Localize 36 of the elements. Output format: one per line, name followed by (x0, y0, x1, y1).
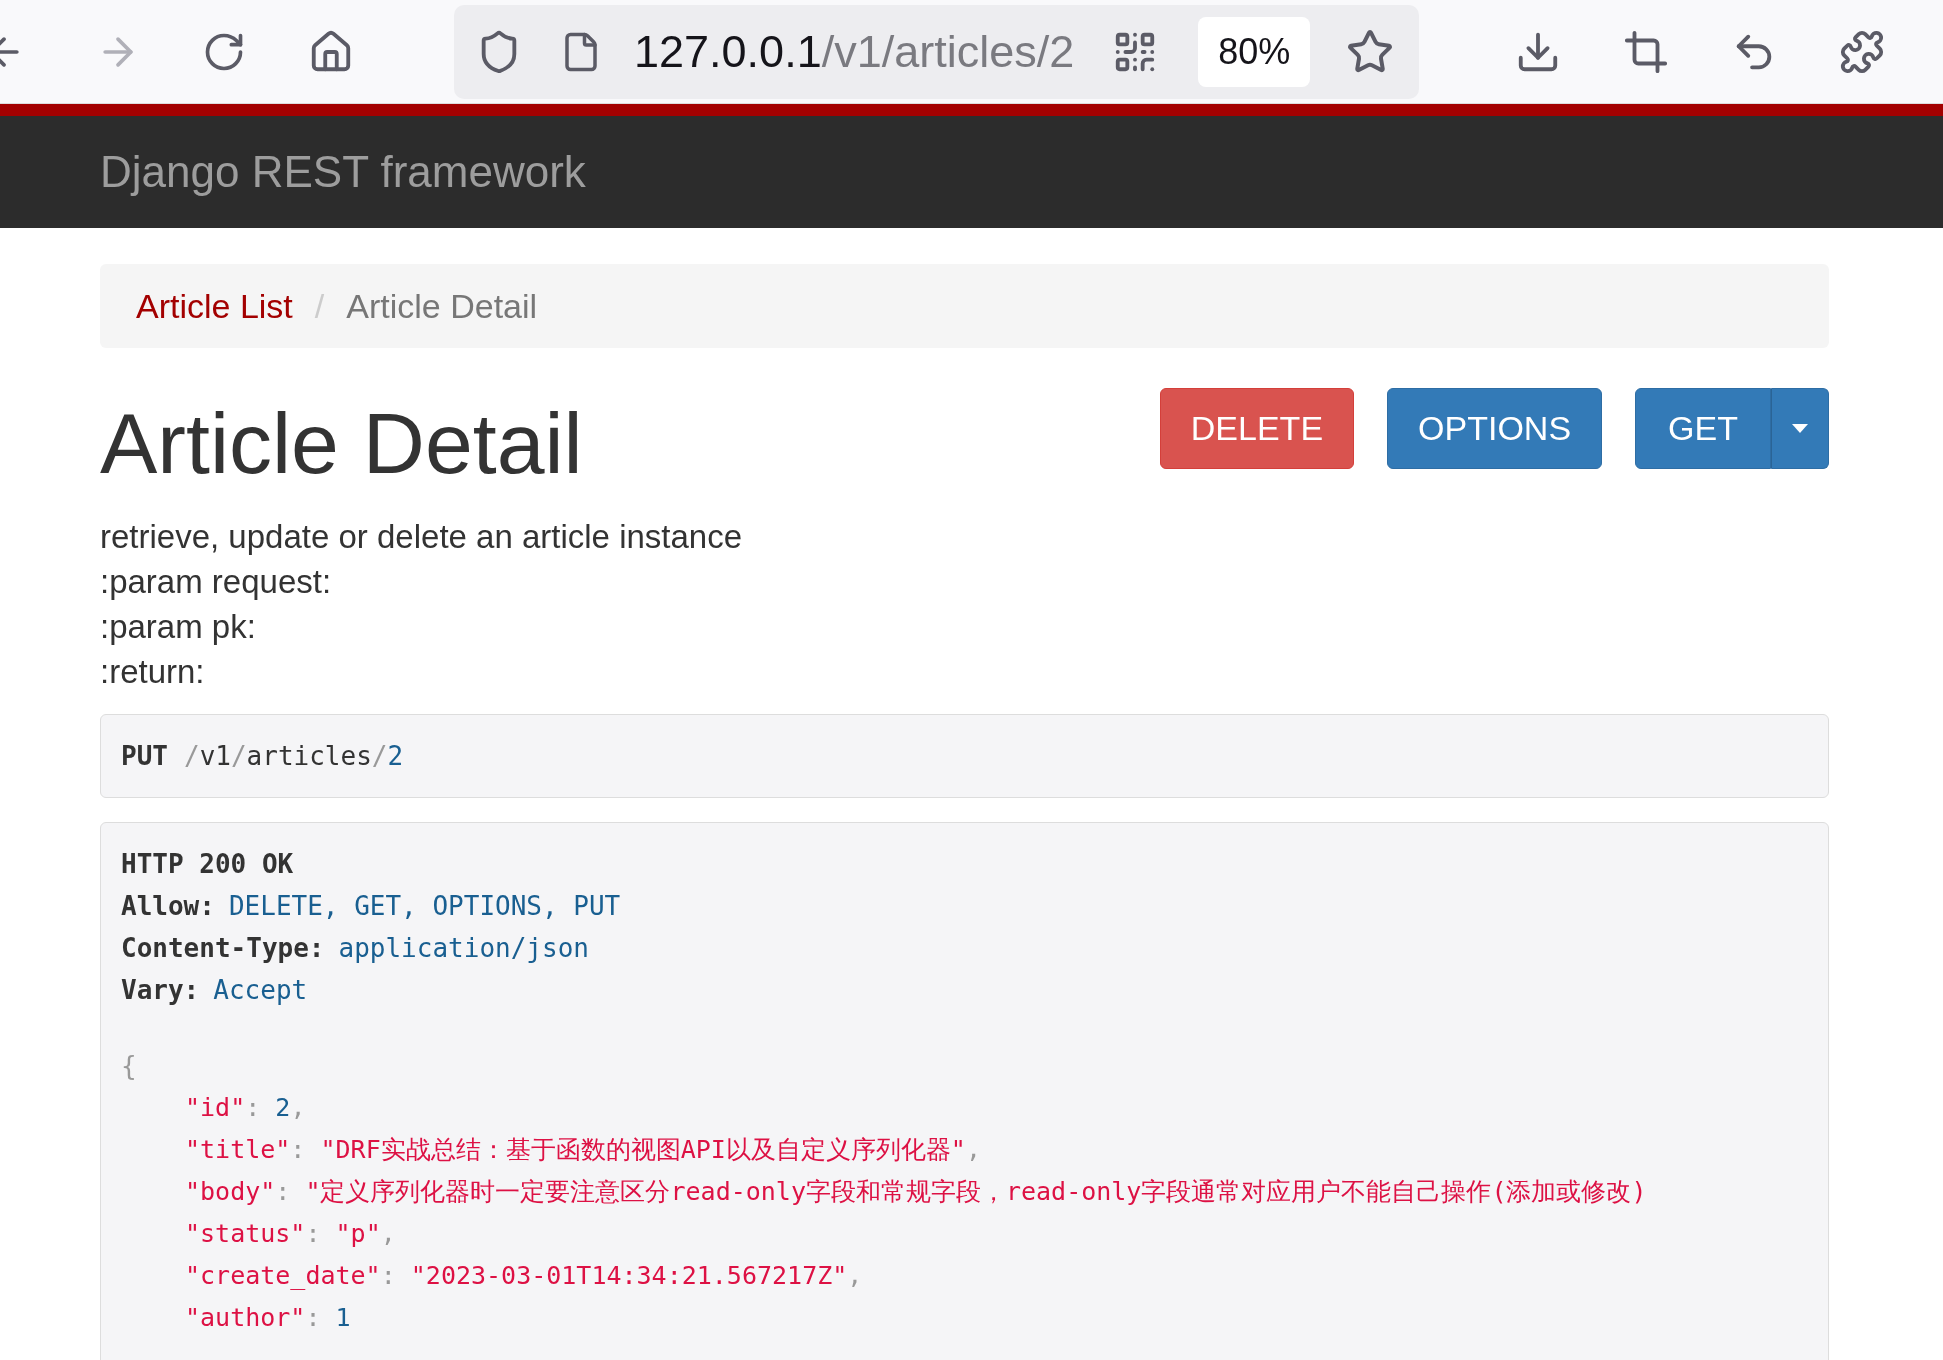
description-line: :return: (100, 652, 206, 692)
json-line: "title": "DRF实战总结：基于函数的视图API以及自定义序列化器", (184, 1134, 981, 1166)
header-name: Vary: (121, 974, 200, 1007)
dropdown-toggle[interactable] (1771, 388, 1829, 469)
json-line: "create_date": "2023-03-01T14:34:21.567217Z", (184, 1260, 863, 1292)
address-bar[interactable]: 127.0.0.1/v1/articles/2 80% (454, 4, 1419, 99)
request-path: /v1/articles/2 (183, 739, 404, 773)
header-value: DELETE, GET, OPTIONS, PUT (228, 890, 621, 923)
get-button[interactable]: GET (1635, 388, 1771, 469)
zoom-level[interactable]: 80% (1198, 16, 1311, 87)
description-line: :param request: (100, 562, 333, 602)
method-button[interactable]: OPTIONS (1387, 388, 1603, 469)
caret-icon (1792, 424, 1808, 433)
page-title: Article Detail (100, 400, 583, 486)
json-line: "id": 2, (184, 1092, 306, 1124)
breadcrumb-link[interactable]: Article Detail (346, 280, 538, 332)
description-line: retrieve, update or delete an article instance (100, 517, 744, 557)
breadcrumb-divider: / (314, 285, 325, 327)
breadcrumb-link[interactable]: Article List (136, 280, 293, 332)
header-name: Allow: (121, 890, 215, 923)
json-line: "body": "定义序列化器时一定要注意区分read-only字段和常规字段，read-only字段通常对应用户不能自己操作(添加或修改) (184, 1176, 1647, 1208)
url-host: 127.0.0.1 (634, 24, 822, 79)
description-line: :param pk: (100, 607, 257, 647)
extensions-icon[interactable] (1839, 28, 1885, 75)
header-value: application/json (338, 932, 589, 965)
json-brace: { (121, 1050, 137, 1083)
json-line: "status": "p", (184, 1218, 396, 1250)
header-value: Accept (213, 974, 308, 1007)
crop-icon[interactable] (1623, 28, 1669, 75)
url-path: /v1/articles/2 (821, 24, 1075, 79)
brand-title[interactable]: Django REST framework (100, 139, 586, 205)
request-method: PUT (121, 739, 168, 773)
response-status: HTTP 200 OK (121, 848, 294, 881)
header-name: Content-Type: (121, 932, 325, 965)
method-button[interactable]: DELETE (1159, 388, 1355, 469)
json-line: "author": 1 (184, 1302, 351, 1334)
